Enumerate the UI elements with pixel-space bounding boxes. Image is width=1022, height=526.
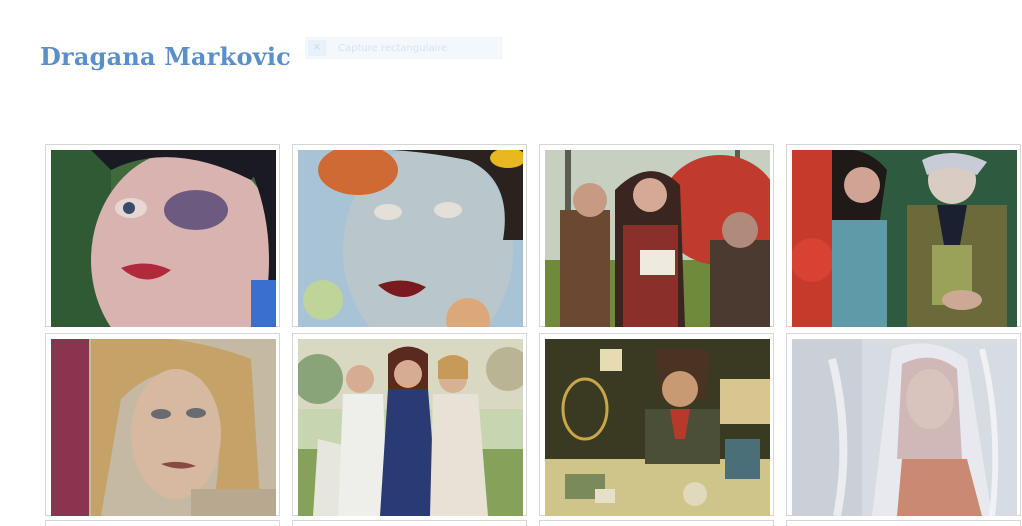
gallery-item-4[interactable] — [786, 144, 1021, 327]
painting-thumbnail — [298, 150, 523, 327]
painting-thumbnail — [51, 150, 276, 327]
painting-thumbnail — [545, 339, 770, 516]
capture-label: Capture rectangulaire — [338, 42, 448, 54]
gallery-item-7[interactable] — [539, 333, 774, 516]
gallery-item-3[interactable] — [539, 144, 774, 327]
painting-thumbnail — [298, 339, 523, 516]
gallery-item-6[interactable] — [292, 333, 527, 516]
site-title[interactable]: Dragana Markovic — [40, 42, 291, 71]
painting-thumbnail — [792, 339, 1017, 516]
gallery-item-2[interactable] — [292, 144, 527, 327]
gallery-item-1[interactable] — [45, 144, 280, 327]
gallery-item-5[interactable] — [45, 333, 280, 516]
gallery-item-8[interactable] — [786, 333, 1021, 516]
painting-thumbnail — [545, 150, 770, 327]
gallery-item-11-partial[interactable] — [539, 520, 774, 526]
rect-capture-icon[interactable]: ✕ — [308, 40, 326, 56]
capture-toolbar[interactable]: ✕ Capture rectangulaire — [305, 37, 502, 59]
gallery-item-9-partial[interactable] — [45, 520, 280, 526]
gallery-item-12-partial[interactable] — [786, 520, 1021, 526]
painting-thumbnail — [51, 339, 276, 516]
gallery-item-10-partial[interactable] — [292, 520, 527, 526]
painting-thumbnail — [792, 150, 1017, 327]
